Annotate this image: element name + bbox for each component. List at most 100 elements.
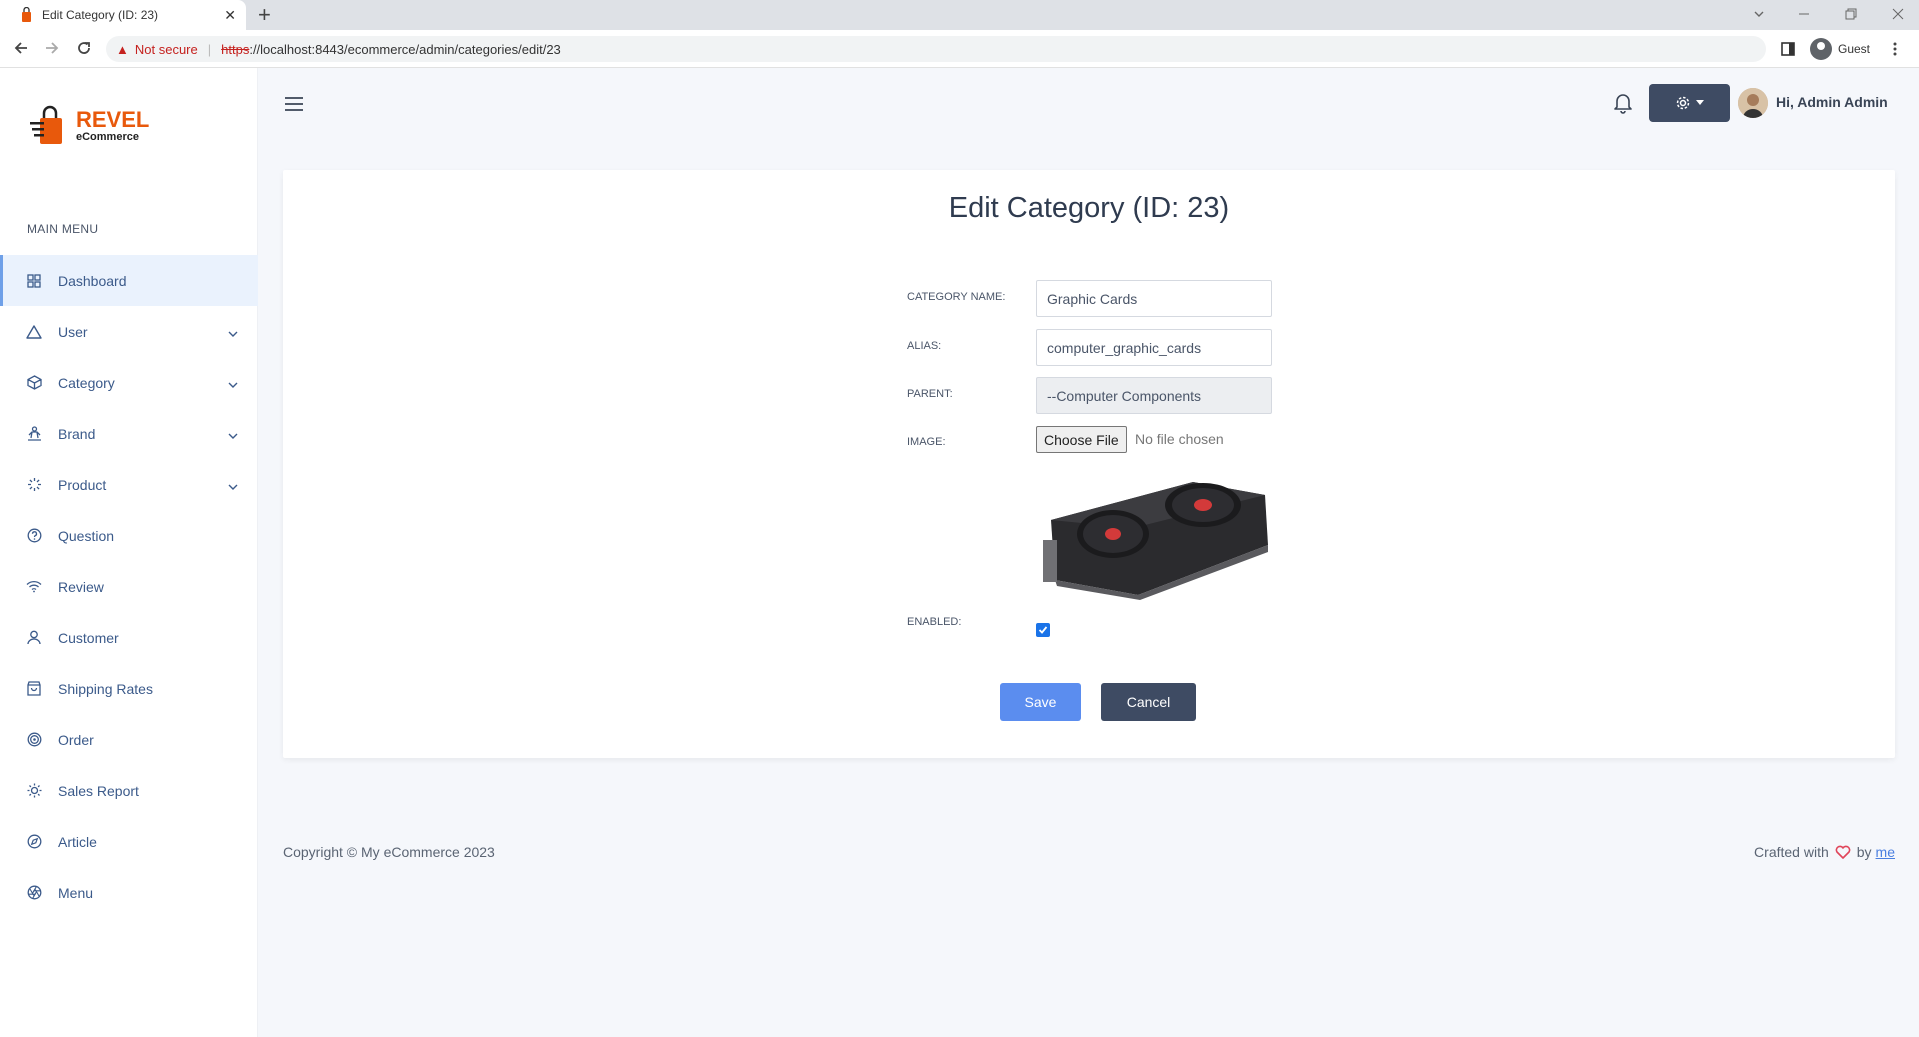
choose-file-button[interactable]: Choose File xyxy=(1036,426,1127,453)
enabled-label: ENABLED: xyxy=(907,616,962,628)
sidebar-item-label: Sales Report xyxy=(58,782,139,799)
sidebar-item-question[interactable]: Question xyxy=(0,510,258,561)
loader-icon xyxy=(26,477,42,493)
minimize-icon[interactable] xyxy=(1797,7,1811,21)
heart-icon xyxy=(1835,845,1851,859)
file-status-text: No file chosen xyxy=(1135,431,1224,447)
parent-select: --Computer Components xyxy=(1036,377,1272,414)
sidebar-item-user[interactable]: User xyxy=(0,306,258,357)
sidebar-item-brand[interactable]: Brand xyxy=(0,408,258,459)
brand-logo[interactable]: REVEL eCommerce xyxy=(30,104,149,148)
sidebar-item-label: Article xyxy=(58,833,97,850)
gear-icon xyxy=(1676,96,1690,110)
footer-credit: Crafted with by me xyxy=(1754,844,1895,860)
settings-dropdown-button[interactable] xyxy=(1649,84,1730,122)
check-icon xyxy=(1038,626,1048,634)
compass-icon xyxy=(26,834,42,850)
category-image-preview xyxy=(1043,482,1268,600)
new-tab-button[interactable]: + xyxy=(258,3,271,27)
browser-toolbar: ▲ Not secure | https ://localhost:8443/e… xyxy=(0,30,1919,68)
sidebar-item-menu[interactable]: Menu xyxy=(0,867,258,918)
url-path: ://localhost:8443/ecommerce/admin/catego… xyxy=(249,41,561,57)
cube-icon xyxy=(26,375,42,391)
chevron-down-icon[interactable] xyxy=(228,427,238,443)
sidebar-item-label: Brand xyxy=(58,425,96,442)
chevron-down-icon[interactable] xyxy=(228,376,238,392)
footer-author-link[interactable]: me xyxy=(1876,844,1895,860)
sidebar-item-shipping-rates[interactable]: Shipping Rates xyxy=(0,663,258,714)
sidebar-item-review[interactable]: Review xyxy=(0,561,258,612)
side-panel-icon[interactable] xyxy=(1780,41,1796,57)
target-icon xyxy=(26,732,42,748)
parent-label: PARENT: xyxy=(907,388,953,400)
alias-label: ALIAS: xyxy=(907,340,942,352)
avatar[interactable] xyxy=(1738,88,1768,118)
logo-title: REVEL xyxy=(76,107,150,132)
sidebar-item-label: Question xyxy=(58,527,115,544)
back-icon[interactable] xyxy=(12,39,30,57)
profile-label[interactable]: Guest xyxy=(1838,42,1870,56)
footer-crafted-text: Crafted with xyxy=(1754,844,1829,860)
tab-title: Edit Category (ID: 23) xyxy=(42,8,159,22)
hamburger-menu-icon[interactable] xyxy=(284,96,304,112)
triangle-icon xyxy=(26,324,42,340)
sidebar-item-label: Category xyxy=(58,374,115,391)
sidebar-item-label: Menu xyxy=(58,884,94,901)
sun-icon xyxy=(26,783,42,799)
edit-category-card: Edit Category (ID: 23) CATEGORY NAME: Gr… xyxy=(283,170,1895,758)
shopping-bag-icon xyxy=(26,681,42,697)
user-icon xyxy=(26,630,42,646)
address-bar[interactable]: ▲ Not secure | https ://localhost:8443/e… xyxy=(106,36,1766,62)
restore-icon[interactable] xyxy=(1844,7,1858,21)
aperture-icon xyxy=(26,885,42,901)
main-menu-heading: MAIN MENU xyxy=(27,222,99,236)
avatar-photo xyxy=(1738,88,1768,118)
sidebar-item-label: Product xyxy=(58,476,107,493)
main-menu: Dashboard User Category Brand Product Questio… xyxy=(0,255,258,918)
sidebar-item-product[interactable]: Product xyxy=(0,459,258,510)
sidebar-item-order[interactable]: Order xyxy=(0,714,258,765)
close-window-icon[interactable] xyxy=(1891,7,1905,21)
sidebar-item-label: Shipping Rates xyxy=(58,680,153,697)
help-circle-icon xyxy=(26,528,42,544)
sidebar-item-label: Review xyxy=(58,578,104,595)
sidebar-item-dashboard[interactable]: Dashboard xyxy=(0,255,258,306)
footer-by-text: by xyxy=(1856,844,1872,860)
security-status[interactable]: Not secure xyxy=(135,42,198,57)
enabled-checkbox[interactable] xyxy=(1036,623,1050,637)
user-greeting[interactable]: Hi, Admin Admin xyxy=(1776,94,1888,110)
profile-icon[interactable] xyxy=(1810,38,1832,60)
url-scheme: https xyxy=(221,41,250,57)
grid-icon xyxy=(26,273,42,289)
footer-copyright: Copyright © My eCommerce 2023 xyxy=(283,844,495,860)
sidebar-item-label: User xyxy=(58,323,88,340)
person-activity-icon xyxy=(26,426,42,442)
sidebar-item-label: Dashboard xyxy=(58,272,127,289)
reload-icon[interactable] xyxy=(75,39,93,57)
cancel-button[interactable]: Cancel xyxy=(1101,683,1196,721)
category-name-input[interactable]: Graphic Cards xyxy=(1036,280,1272,317)
sidebar-item-article[interactable]: Article xyxy=(0,816,258,867)
sidebar: REVEL eCommerce MAIN MENU Dashboard User C… xyxy=(0,68,258,1037)
browser-menu-icon[interactable] xyxy=(1892,41,1898,57)
url-separator: | xyxy=(207,41,212,57)
shopping-bag-logo-icon xyxy=(30,105,62,144)
browser-tab[interactable]: Edit Category (ID: 23) ✕ xyxy=(0,0,246,30)
tab-close-icon[interactable]: ✕ xyxy=(224,7,236,24)
forward-icon[interactable] xyxy=(43,39,61,57)
warning-icon: ▲ xyxy=(116,41,129,57)
notification-bell-icon[interactable] xyxy=(1613,92,1633,114)
sidebar-item-label: Order xyxy=(58,731,94,748)
chevron-down-icon[interactable] xyxy=(228,325,238,341)
sidebar-item-customer[interactable]: Customer xyxy=(0,612,258,663)
chevron-down-icon[interactable] xyxy=(228,478,238,494)
page-title: Edit Category (ID: 23) xyxy=(948,192,1230,224)
site-favicon-icon xyxy=(22,7,31,22)
sidebar-item-category[interactable]: Category xyxy=(0,357,258,408)
sidebar-item-sales-report[interactable]: Sales Report xyxy=(0,765,258,816)
tab-search-icon[interactable] xyxy=(1752,7,1766,21)
image-label: IMAGE: xyxy=(907,436,946,448)
save-button[interactable]: Save xyxy=(1000,683,1081,721)
category-name-label: CATEGORY NAME: xyxy=(907,291,1006,303)
alias-input[interactable]: computer_graphic_cards xyxy=(1036,329,1272,366)
